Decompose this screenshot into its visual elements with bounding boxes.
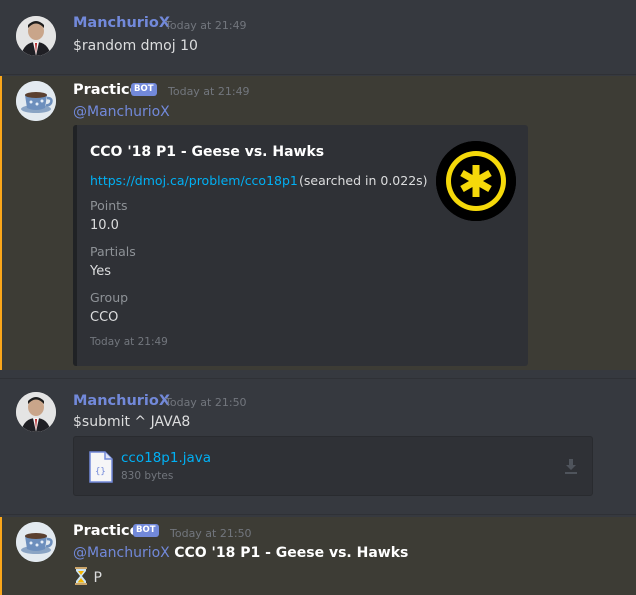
user-avatar[interactable] xyxy=(16,392,56,432)
search-time: (searched in 0.022s) xyxy=(299,173,428,188)
bot-avatar[interactable] xyxy=(16,522,56,562)
timestamp: Today at 21:50 xyxy=(170,527,252,540)
user-mention[interactable]: @ManchurioX xyxy=(73,545,170,561)
author-name[interactable]: Practice xyxy=(73,523,140,539)
message-1: ManchurioX Today at 21:49 $random dmoj 1… xyxy=(0,0,636,70)
dmoj-logo-thumbnail[interactable] xyxy=(436,141,516,221)
problem-embed: CCO '18 P1 - Geese vs. Hawks https://dmo… xyxy=(73,125,528,366)
embed-footer-timestamp: Today at 21:49 xyxy=(90,336,168,348)
timestamp: Today at 21:50 xyxy=(165,396,247,409)
user-mention[interactable]: @ManchurioX xyxy=(73,104,170,120)
bot-badge: BOT xyxy=(133,524,159,537)
author-name[interactable]: ManchurioX xyxy=(73,15,170,31)
file-attachment[interactable]: {} cco18p1.java 830 bytes xyxy=(73,436,593,496)
field-name-group: Group xyxy=(90,290,129,305)
timestamp: Today at 21:49 xyxy=(165,19,247,32)
divider xyxy=(0,378,636,379)
bot-badge: BOT xyxy=(131,83,157,96)
field-value-group: CCO xyxy=(90,310,119,325)
message-text: $random dmoj 10 xyxy=(73,38,198,54)
field-value-partials: Yes xyxy=(90,264,111,279)
bot-avatar[interactable] xyxy=(16,81,56,121)
problem-link[interactable]: https://dmoj.ca/problem/cco18p1 xyxy=(90,173,298,188)
field-value-points: 10.0 xyxy=(90,218,119,233)
divider xyxy=(0,74,636,75)
message-4: Practice BOT Today at 21:50 @ManchurioX … xyxy=(0,517,636,595)
attachment-filename[interactable]: cco18p1.java xyxy=(121,450,211,466)
status-text: P xyxy=(93,570,102,586)
code-file-icon: {} xyxy=(89,451,113,487)
field-name-points: Points xyxy=(90,198,128,213)
message-text: @ManchurioX CCO '18 P1 - Geese vs. Hawks xyxy=(73,545,408,561)
svg-text:{}: {} xyxy=(95,467,106,477)
author-name[interactable]: ManchurioX xyxy=(73,393,170,409)
download-icon[interactable] xyxy=(562,457,580,479)
timestamp: Today at 21:49 xyxy=(168,85,250,98)
author-name[interactable]: Practice xyxy=(73,82,140,98)
message-text: $submit ^ JAVA8 xyxy=(73,414,191,430)
problem-title: CCO '18 P1 - Geese vs. Hawks xyxy=(174,545,409,561)
user-avatar[interactable] xyxy=(16,16,56,56)
hourglass-icon xyxy=(73,567,89,589)
divider xyxy=(0,514,636,515)
embed-title: CCO '18 P1 - Geese vs. Hawks xyxy=(90,144,325,160)
attachment-size: 830 bytes xyxy=(121,470,174,482)
status-line: P xyxy=(73,567,102,589)
field-name-partials: Partials xyxy=(90,244,136,259)
